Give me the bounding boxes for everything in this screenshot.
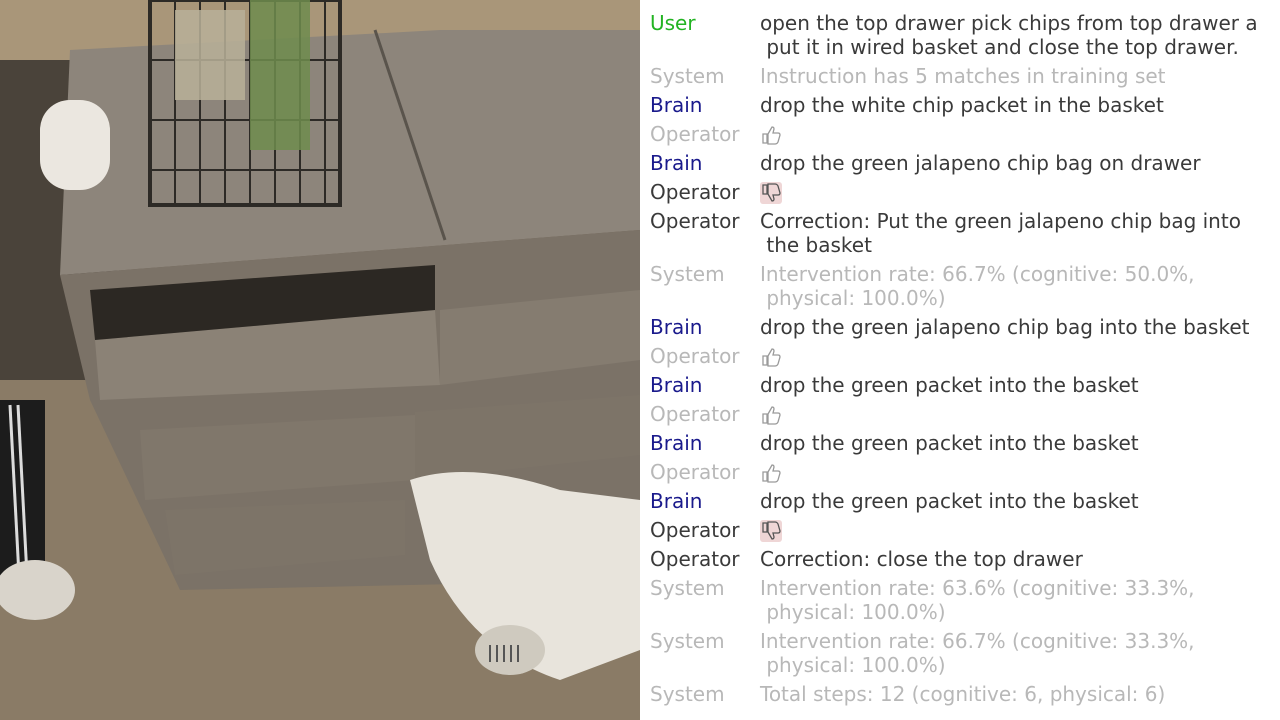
log-text: Intervention rate: 66.7% (cognitive: 50.… (760, 262, 1195, 310)
log-text: drop the green packet into the basket (760, 489, 1139, 513)
device-left (40, 100, 110, 190)
thumbs-down-icon (760, 520, 782, 542)
role-label: Brain (650, 93, 703, 117)
log-text: drop the green packet into the basket (760, 431, 1139, 455)
role-label: System (650, 64, 725, 88)
camera-scene (0, 0, 640, 720)
camera-view (0, 0, 640, 720)
role-label: Operator (650, 460, 740, 484)
role-label: System (650, 576, 725, 600)
log-text: Correction: close the top drawer (760, 547, 1083, 571)
thumbs-up-icon (762, 464, 781, 483)
role-label: Operator (650, 402, 740, 426)
role-label: Brain (650, 489, 703, 513)
role-label: System (650, 629, 725, 653)
role-label: Operator (650, 547, 740, 571)
log-text: Correction: Put the green jalapeno chip … (760, 209, 1241, 257)
role-label: System (650, 682, 725, 706)
interaction-log: User open the top drawer pick chips from… (640, 0, 1280, 720)
thumbs-up-icon (762, 406, 781, 425)
role-label: Operator (650, 180, 740, 204)
log-text: drop the white chip packet in the basket (760, 93, 1164, 117)
role-label: User (650, 11, 696, 35)
log-text: Total steps: 12 (cognitive: 6, physical:… (760, 682, 1166, 706)
chip-bag-white (175, 10, 245, 100)
role-label: Operator (650, 518, 740, 542)
role-label: Brain (650, 151, 703, 175)
role-label: Brain (650, 431, 703, 455)
thumbs-up-icon (762, 126, 781, 145)
role-label: Brain (650, 373, 703, 397)
role-label: Operator (650, 344, 740, 368)
log-text: Intervention rate: 63.6% (cognitive: 33.… (760, 576, 1195, 624)
log-text: Instruction has 5 matches in training se… (760, 64, 1166, 88)
role-label: Operator (650, 209, 740, 233)
log-text: drop the green packet into the basket (760, 373, 1139, 397)
log-text: drop the green jalapeno chip bag into th… (760, 315, 1250, 339)
thumbs-down-icon (760, 182, 782, 204)
role-label: Operator (650, 122, 740, 146)
role-label: System (650, 262, 725, 286)
thumbs-up-icon (762, 348, 781, 367)
chip-bag-green (250, 0, 310, 150)
log-text: Intervention rate: 66.7% (cognitive: 33.… (760, 629, 1195, 677)
log-text: open the top drawer pick chips from top … (760, 11, 1258, 59)
role-label: Brain (650, 315, 703, 339)
log-text: drop the green jalapeno chip bag on draw… (760, 151, 1201, 175)
